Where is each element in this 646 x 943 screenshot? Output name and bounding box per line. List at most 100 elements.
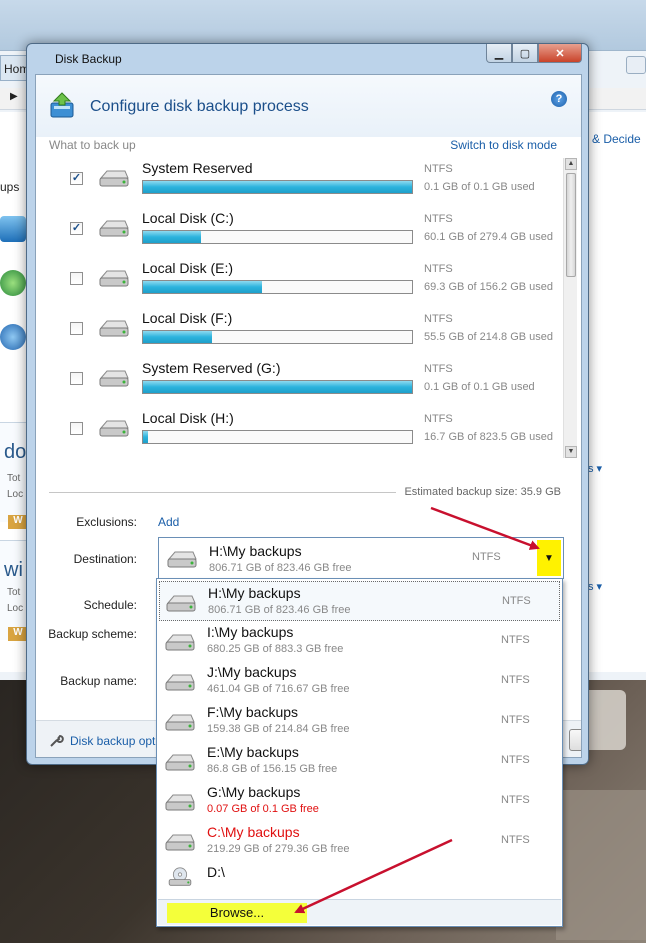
destination-select[interactable]: H:\My backups 806.71 GB of 823.46 GB fre…: [158, 537, 564, 579]
scroll-down-arrow-icon[interactable]: ▼: [565, 446, 577, 458]
disk-usage-bar: [142, 180, 413, 194]
disk-list-scrollbar[interactable]: ▲ ▼: [563, 158, 577, 458]
drive-icon: [99, 320, 129, 337]
dialog-header: Configure disk backup process ?: [36, 75, 581, 137]
disk-name: Local Disk (C:): [142, 210, 234, 226]
maximize-button[interactable]: ▢: [512, 44, 538, 63]
disk-usage-text: 55.5 GB of 214.8 GB used: [424, 331, 554, 343]
close-button[interactable]: ✕: [538, 44, 582, 63]
dropdown-arrow-icon[interactable]: ▼: [537, 540, 561, 576]
option-free-space: 0.07 GB of 0.1 GB free: [207, 803, 319, 815]
disk-row[interactable]: Local Disk (E:) NTFS 69.3 GB of 156.2 GB u…: [49, 258, 559, 308]
background-mini-link[interactable]: s ▾: [588, 580, 602, 593]
disk-usage-text: 16.7 GB of 823.5 GB used: [424, 431, 554, 443]
option-free-space: 461.04 GB of 716.67 GB free: [207, 683, 350, 695]
drive-icon: [165, 714, 195, 731]
card-title: wi: [4, 559, 23, 581]
disk-usage-text: 69.3 GB of 156.2 GB used: [424, 281, 554, 293]
disk-checkbox[interactable]: ✓: [70, 172, 83, 185]
option-path: D:\: [207, 864, 225, 880]
card-line: Tot: [7, 473, 21, 484]
disk-filesystem: NTFS: [424, 163, 453, 175]
disk-usage-bar: [142, 280, 413, 294]
switch-to-disk-mode-link[interactable]: Switch to disk mode: [450, 138, 557, 152]
estimated-backup-size: Estimated backup size: 35.9 GB: [404, 486, 561, 498]
what-to-back-up-label: What to back up: [49, 138, 136, 152]
option-filesystem: NTFS: [501, 634, 530, 646]
disk-backup-icon: [50, 92, 74, 118]
option-path: J:\My backups: [207, 664, 297, 680]
backup-icon[interactable]: [0, 216, 26, 242]
disk-checkbox[interactable]: [70, 372, 83, 385]
destination-label: Destination:: [73, 552, 137, 566]
disk-row[interactable]: System Reserved (G:) NTFS 0.1 GB of 0.1 GB…: [49, 358, 559, 408]
option-filesystem: NTFS: [502, 595, 531, 607]
scroll-up-arrow-icon[interactable]: ▲: [565, 158, 577, 170]
forward-arrow-icon[interactable]: ▶: [10, 91, 18, 102]
disk-checkbox[interactable]: [70, 422, 83, 435]
window-controls: ▁ ▢ ✕: [486, 44, 582, 64]
card-badge: W: [8, 627, 28, 641]
scroll-thumb[interactable]: [566, 173, 576, 277]
disk-checkbox[interactable]: ✓: [70, 222, 83, 235]
destination-option[interactable]: D:\: [159, 861, 560, 901]
disk-row[interactable]: ✓ Local Disk (C:) NTFS 60.1 GB of 279.4 GB …: [49, 208, 559, 258]
option-path: H:\My backups: [208, 585, 301, 601]
disk-row[interactable]: Local Disk (F:) NTFS 55.5 GB of 214.8 GB u…: [49, 308, 559, 358]
drive-icon: [166, 595, 196, 612]
minimize-button[interactable]: ▁: [486, 44, 512, 63]
destination-option[interactable]: I:\My backups 680.25 GB of 883.3 GB free N…: [159, 621, 560, 661]
destination-option[interactable]: E:\My backups 86.8 GB of 156.15 GB free NT…: [159, 741, 560, 781]
disk-usage-bar: [142, 430, 413, 444]
disk-name: Local Disk (F:): [142, 310, 233, 326]
disk-checkbox[interactable]: [70, 272, 83, 285]
disk-filesystem: NTFS: [424, 413, 453, 425]
drive-icon: [165, 794, 195, 811]
option-path: C:\My backups: [207, 824, 300, 840]
option-filesystem: NTFS: [501, 714, 530, 726]
option-free-space: 680.25 GB of 883.3 GB free: [207, 643, 344, 655]
drive-icon: [99, 270, 129, 287]
drive-icon: [165, 754, 195, 771]
disk-row[interactable]: Local Disk (H:) NTFS 16.7 GB of 823.5 GB u…: [49, 408, 559, 458]
destination-option[interactable]: F:\My backups 159.38 GB of 214.84 GB free…: [159, 701, 560, 741]
backup-name-label: Backup name:: [60, 674, 137, 688]
card-line: Loc: [7, 489, 24, 500]
add-exclusion-link[interactable]: Add: [158, 515, 179, 529]
destination-dropdown-list: H:\My backups 806.71 GB of 823.46 GB free…: [156, 578, 563, 927]
cd-drive-icon: [168, 867, 192, 886]
disk-name: System Reserved: [142, 160, 253, 176]
option-path: F:\My backups: [207, 704, 299, 720]
disk-usage-bar: [142, 230, 413, 244]
disk-usage-bar: [142, 380, 413, 394]
disk-filesystem: NTFS: [424, 213, 453, 225]
disk-name: Local Disk (H:): [142, 410, 234, 426]
background-window-button[interactable]: [626, 56, 646, 74]
drive-icon: [99, 370, 129, 387]
background-mini-link[interactable]: s ▾: [588, 462, 602, 475]
card-badge: W: [8, 515, 28, 529]
help-icon[interactable]: ?: [551, 91, 567, 107]
disk-checkbox[interactable]: [70, 322, 83, 335]
window-titlebar[interactable]: Disk Backup ▁ ▢ ✕: [27, 44, 588, 74]
footer-button[interactable]: [569, 729, 581, 751]
disk-filesystem: NTFS: [424, 363, 453, 375]
option-free-space: 159.38 GB of 214.84 GB free: [207, 723, 350, 735]
disk-filesystem: NTFS: [424, 313, 453, 325]
option-free-space: 219.29 GB of 279.36 GB free: [207, 843, 350, 855]
destination-option[interactable]: J:\My backups 461.04 GB of 716.67 GB free…: [159, 661, 560, 701]
background-decide-link[interactable]: & Decide: [592, 132, 641, 146]
sync-icon[interactable]: [0, 270, 26, 296]
destination-option[interactable]: C:\My backups 219.29 GB of 279.36 GB free…: [159, 821, 560, 861]
disk-row[interactable]: ✓ System Reserved NTFS 0.1 GB of 0.1 GB use…: [49, 158, 559, 208]
disk-usage-bar: [142, 330, 413, 344]
browse-row[interactable]: Browse...: [158, 899, 561, 925]
browse-button[interactable]: Browse...: [167, 903, 307, 923]
wrench-icon: [50, 734, 64, 747]
destination-option[interactable]: H:\My backups 806.71 GB of 823.46 GB free…: [159, 581, 560, 621]
option-filesystem: NTFS: [501, 674, 530, 686]
disk-usage-text: 0.1 GB of 0.1 GB used: [424, 381, 535, 393]
destination-path: H:\My backups: [209, 543, 302, 559]
destination-option[interactable]: G:\My backups 0.07 GB of 0.1 GB free NTFS: [159, 781, 560, 821]
recovery-icon[interactable]: [0, 324, 26, 350]
